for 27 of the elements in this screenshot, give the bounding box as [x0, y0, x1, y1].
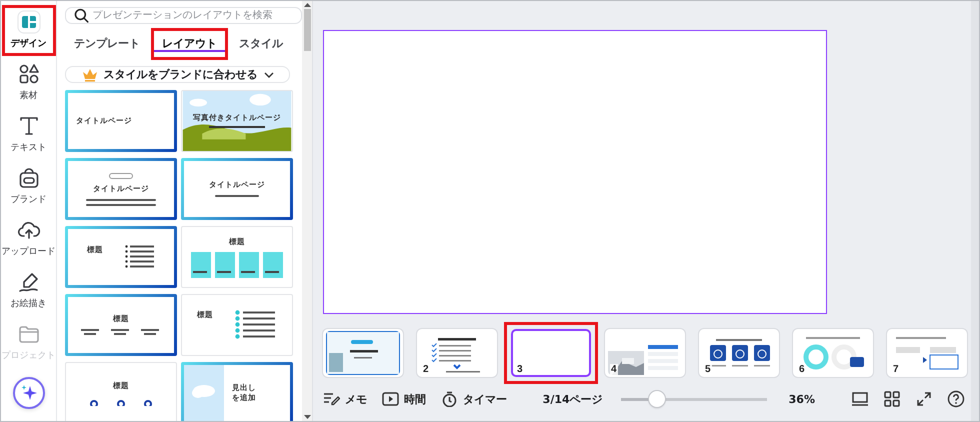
page-thumbnail[interactable]: 7: [887, 329, 967, 377]
rail-item[interactable]: お絵描き: [2, 265, 56, 316]
rail-item[interactable]: テキスト: [2, 109, 56, 160]
page-number: 4: [610, 364, 618, 375]
page-number: 2: [422, 364, 430, 375]
tab[interactable]: スタイル: [228, 28, 294, 60]
page-indicator: 3/14ページ: [542, 392, 603, 406]
page-number: 3: [516, 364, 524, 375]
rail-item[interactable]: 素材: [2, 57, 56, 108]
duration-button[interactable]: 時間: [382, 391, 426, 407]
timer-button[interactable]: タイマー: [441, 391, 507, 407]
tab[interactable]: テンプレート: [65, 28, 151, 60]
page-thumbnail[interactable]: 3: [511, 329, 591, 377]
page-number: 5: [704, 364, 712, 375]
page-thumbnail[interactable]: 2: [417, 329, 497, 377]
brand-match-button[interactable]: スタイルをブランドに合わせる: [65, 66, 290, 83]
tab[interactable]: レイアウト: [151, 28, 228, 60]
page-thumbnail[interactable]: 6: [793, 329, 873, 377]
notes-button[interactable]: メモ: [323, 391, 367, 407]
rail-item[interactable]: ブランド: [2, 161, 56, 212]
page-thumbnail[interactable]: 5: [699, 329, 779, 377]
page-thumbnail[interactable]: 4: [605, 329, 685, 377]
page-number: 7: [892, 364, 900, 375]
page-number: 6: [798, 364, 806, 375]
zoom-percentage: 36%: [788, 392, 815, 406]
rail-item[interactable]: アップロード: [2, 213, 56, 264]
rail-item[interactable]: デザイン: [2, 5, 56, 56]
